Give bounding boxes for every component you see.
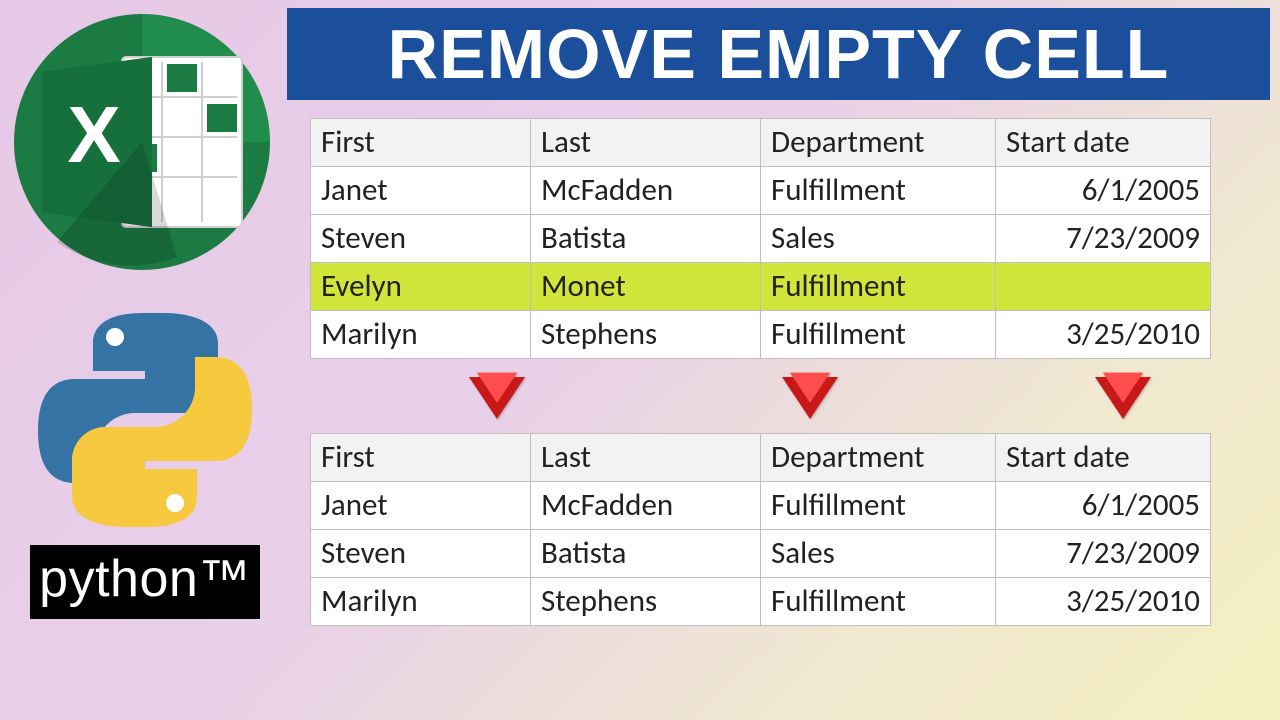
cell: Marilyn [311,311,531,359]
table-row: MarilynStephensFulfillment3/25/2010 [311,311,1211,359]
cell: McFadden [531,482,761,530]
col-header: Department [761,119,996,167]
cell: McFadden [531,167,761,215]
cell: Fulfillment [761,263,996,311]
col-header: Last [531,119,761,167]
title-text: REMOVE EMPTY CELL [388,14,1170,94]
cell: 3/25/2010 [996,311,1211,359]
table-row: JanetMcFaddenFulfillment6/1/2005 [311,167,1211,215]
cell: Marilyn [311,578,531,626]
cell: Stephens [531,311,761,359]
cell: Fulfillment [761,482,996,530]
col-header: Start date [996,119,1211,167]
cell: Steven [311,215,531,263]
cell: Sales [761,530,996,578]
python-label: python™ [30,545,260,619]
down-arrow-icon [469,377,525,419]
cell: 6/1/2005 [996,167,1211,215]
excel-icon: X [12,12,272,272]
cell: 7/23/2009 [996,215,1211,263]
table-row: MarilynStephensFulfillment3/25/2010 [311,578,1211,626]
table-row: JanetMcFaddenFulfillment6/1/2005 [311,482,1211,530]
col-header: First [311,119,531,167]
cell: Stephens [531,578,761,626]
python-icon [30,305,260,535]
col-header: Start date [996,434,1211,482]
cell: Janet [311,482,531,530]
cell: 3/25/2010 [996,578,1211,626]
cell: Batista [531,215,761,263]
cell: Batista [531,530,761,578]
down-arrow-icon [1095,377,1151,419]
table-after: First Last Department Start date JanetMc… [310,433,1211,626]
cell: Monet [531,263,761,311]
table-row: StevenBatistaSales7/23/2009 [311,530,1211,578]
cell: 6/1/2005 [996,482,1211,530]
cell: Evelyn [311,263,531,311]
col-header: Last [531,434,761,482]
table-header-row: First Last Department Start date [311,434,1211,482]
cell: 7/23/2009 [996,530,1211,578]
table-row: EvelynMonetFulfillment [311,263,1211,311]
title-banner: REMOVE EMPTY CELL [287,8,1270,100]
table-header-row: First Last Department Start date [311,119,1211,167]
arrows-row [310,377,1210,419]
svg-text:X: X [67,90,120,179]
cell: Sales [761,215,996,263]
cell [996,263,1211,311]
table-row: StevenBatistaSales7/23/2009 [311,215,1211,263]
cell: Janet [311,167,531,215]
cell: Fulfillment [761,167,996,215]
col-header: First [311,434,531,482]
cell: Steven [311,530,531,578]
table-before: First Last Department Start date JanetMc… [310,118,1211,359]
col-header: Department [761,434,996,482]
cell: Fulfillment [761,578,996,626]
down-arrow-icon [782,377,838,419]
cell: Fulfillment [761,311,996,359]
